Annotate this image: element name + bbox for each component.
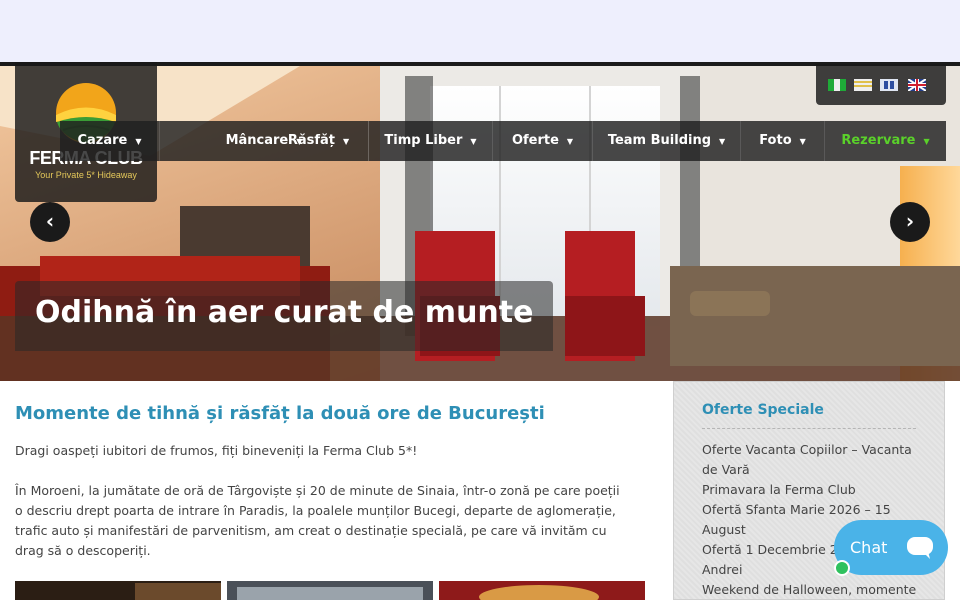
sidebar-title: Oferte Speciale <box>702 402 824 418</box>
caret-down-icon: ▼ <box>343 137 350 146</box>
caret-down-icon: ▼ <box>470 137 477 146</box>
nav-item-oferte[interactable]: Oferte ▼ <box>493 121 593 161</box>
intro-text: Dragi oaspeți iubitori de frumos, fiți b… <box>15 443 418 458</box>
nav-item-label: Foto <box>759 133 792 148</box>
slider-caption: Odihnă în aer curat de munte <box>15 281 553 351</box>
caret-down-icon: ▼ <box>566 137 574 146</box>
slider-caption-text: Odihnă în aer curat de munte <box>35 295 534 330</box>
nav-item-label: Timp Liber <box>384 133 463 148</box>
slider-prev-button[interactable]: ‹ <box>30 202 70 242</box>
nav-item-rasfat[interactable]: Răsfăț ▼ <box>269 121 369 161</box>
offer-link[interactable]: Oferte Vacanta Copiilor – Vacanta de Var… <box>702 440 922 480</box>
nav-item-label: Oferte <box>511 133 559 148</box>
nav-item-label: Rezervare <box>841 133 916 148</box>
nav-item-label: Team Building <box>607 133 712 148</box>
caret-down-icon: ▼ <box>799 137 806 146</box>
nav-item-cazare[interactable]: Cazare ▼ <box>60 121 160 161</box>
top-band <box>0 0 960 62</box>
ru-flag-icon[interactable] <box>880 79 898 91</box>
main-nav: Cazare ▼ Mâncare ▼ Răsfăț ▼ Timp Liber ▼ Ofe… <box>60 121 946 161</box>
chevron-right-icon: › <box>905 209 915 233</box>
gallery-thumbnail[interactable] <box>439 581 645 600</box>
online-status-dot <box>834 560 850 576</box>
offer-link[interactable]: Primavara la Ferma Club <box>702 480 922 500</box>
nav-item-foto[interactable]: Foto ▼ <box>741 121 825 161</box>
gallery-thumbnail[interactable] <box>15 581 221 600</box>
nav-item-label: Răsfăț <box>287 133 335 148</box>
divider <box>702 428 916 429</box>
chat-button[interactable]: Chat <box>834 520 948 575</box>
chat-bubble-icon <box>907 537 933 559</box>
nav-item-timp-liber[interactable]: Timp Liber ▼ <box>369 121 493 161</box>
nav-item-label: Cazare <box>77 133 128 148</box>
caret-down-icon: ▼ <box>923 137 930 146</box>
nav-item-rezervare[interactable]: Rezervare ▼ <box>825 121 946 161</box>
body-text: În Moroeni, la jumătate de oră de Târgov… <box>15 483 620 558</box>
language-switcher <box>816 64 946 105</box>
offer-link[interactable]: Weekend de Halloween, momente <box>702 580 922 600</box>
gr-flag-icon[interactable] <box>854 79 872 91</box>
chevron-left-icon: ‹ <box>45 209 55 233</box>
uk-flag-icon[interactable] <box>908 79 926 91</box>
brand-tagline: Your Private 5* Hideaway <box>35 170 137 180</box>
ro-flag-icon[interactable] <box>828 79 846 91</box>
page-title: Momente de tihnă și răsfăț la două ore d… <box>15 403 545 424</box>
chat-label: Chat <box>850 538 888 557</box>
caret-down-icon: ▼ <box>719 137 726 146</box>
gallery-thumbnail[interactable] <box>227 581 433 600</box>
slider-next-button[interactable]: › <box>890 202 930 242</box>
caret-down-icon: ▼ <box>135 137 142 146</box>
nav-item-team-building[interactable]: Team Building ▼ <box>593 121 741 161</box>
